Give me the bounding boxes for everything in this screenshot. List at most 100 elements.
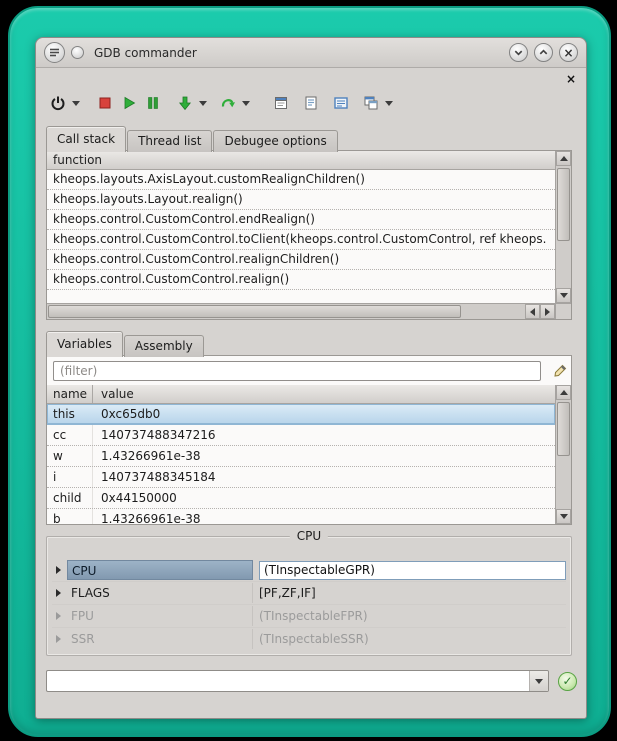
variable-value: 1.43266961e-38 bbox=[93, 509, 555, 524]
cpu-register-row[interactable]: SSR (TInspectableSSR) bbox=[52, 628, 566, 650]
value-column-header[interactable]: value bbox=[93, 385, 555, 403]
window-menu-button[interactable] bbox=[44, 42, 65, 63]
callstack-horizontal-scrollbar[interactable] bbox=[47, 303, 555, 319]
scroll-handle[interactable] bbox=[557, 402, 570, 456]
windows-icon bbox=[363, 95, 379, 111]
scroll-handle[interactable] bbox=[48, 305, 461, 318]
shade-button[interactable] bbox=[509, 43, 528, 62]
close-button[interactable]: × bbox=[559, 43, 578, 62]
maximize-button[interactable] bbox=[534, 43, 553, 62]
list-icon bbox=[303, 95, 319, 111]
windows-button[interactable] bbox=[359, 91, 383, 115]
filter-input[interactable] bbox=[53, 361, 541, 381]
power-button[interactable] bbox=[46, 91, 70, 115]
expand-icon[interactable] bbox=[56, 589, 61, 597]
variable-name: cc bbox=[47, 425, 93, 445]
callstack-row[interactable]: kheops.control.CustomControl.realign() bbox=[47, 270, 555, 290]
scroll-track[interactable] bbox=[47, 304, 525, 319]
cpu-register-list: CPU FLAGS [PF,ZF,IF] FPU (TInspectableFP… bbox=[52, 559, 566, 650]
pin-button[interactable] bbox=[71, 46, 84, 59]
scroll-left-button[interactable] bbox=[525, 304, 540, 319]
send-command-button[interactable]: ✓ bbox=[558, 672, 577, 691]
menu-icon bbox=[48, 46, 61, 59]
tab-assembly[interactable]: Assembly bbox=[124, 335, 204, 357]
register-group-value: [PF,ZF,IF] bbox=[253, 586, 566, 600]
step-over-dropdown[interactable] bbox=[240, 91, 251, 115]
dropdown-arrow-icon bbox=[199, 101, 207, 106]
windows-dropdown[interactable] bbox=[383, 91, 394, 115]
variable-row[interactable]: this 0xc65db0 bbox=[47, 404, 555, 425]
power-dropdown[interactable] bbox=[70, 91, 81, 115]
cpu-register-row[interactable]: FPU (TInspectableFPR) bbox=[52, 605, 566, 628]
variable-row[interactable]: b 1.43266961e-38 bbox=[47, 509, 555, 524]
callstack-row[interactable]: kheops.layouts.AxisLayout.customRealignC… bbox=[47, 170, 555, 190]
scroll-down-button[interactable] bbox=[556, 509, 571, 524]
expand-icon[interactable] bbox=[56, 566, 61, 574]
stop-icon bbox=[98, 96, 112, 110]
arrow-up-icon bbox=[560, 156, 568, 161]
scroll-down-button[interactable] bbox=[556, 288, 571, 303]
window-title: GDB commander bbox=[94, 46, 197, 60]
variable-row[interactable]: w 1.43266961e-38 bbox=[47, 446, 555, 467]
arrow-right-icon bbox=[545, 308, 550, 316]
tab-debugee-options[interactable]: Debugee options bbox=[213, 130, 337, 152]
variable-value: 0xc65db0 bbox=[93, 404, 555, 424]
client-area: × bbox=[36, 68, 586, 718]
cpu-register-row[interactable]: CPU bbox=[52, 559, 566, 582]
variable-row[interactable]: cc 140737488347216 bbox=[47, 425, 555, 446]
variable-row[interactable]: child 0x44150000 bbox=[47, 488, 555, 509]
run-icon bbox=[121, 95, 137, 111]
tab-thread-list[interactable]: Thread list bbox=[127, 130, 212, 152]
scroll-up-button[interactable] bbox=[556, 385, 571, 400]
pause-icon bbox=[145, 95, 161, 111]
callstack-row[interactable]: kheops.control.CustomControl.realignChil… bbox=[47, 250, 555, 270]
arrow-left-icon bbox=[530, 308, 535, 316]
callstack-row[interactable]: kheops.control.CustomControl.toClient(kh… bbox=[47, 230, 555, 250]
variables-panel: name value this 0xc65db0 cc 140737488347… bbox=[46, 355, 572, 525]
titlebar[interactable]: GDB commander × bbox=[36, 38, 586, 68]
callstack-row[interactable]: kheops.control.CustomControl.endRealign(… bbox=[47, 210, 555, 230]
variable-row[interactable]: i 140737488345184 bbox=[47, 467, 555, 488]
dropdown-arrow-icon bbox=[535, 679, 543, 684]
callstack-tabbar: Call stack Thread list Debugee options bbox=[46, 126, 339, 151]
scrollbar-corner bbox=[555, 303, 571, 319]
memory-icon bbox=[333, 95, 349, 111]
callstack-row[interactable]: kheops.layouts.Layout.realign() bbox=[47, 190, 555, 210]
list-button[interactable] bbox=[299, 91, 323, 115]
pause-button[interactable] bbox=[141, 91, 165, 115]
dock-close-button[interactable]: × bbox=[566, 73, 576, 85]
register-group-value bbox=[253, 561, 566, 580]
register-group-value: (TInspectableSSR) bbox=[253, 632, 566, 646]
scroll-track[interactable] bbox=[556, 166, 571, 288]
cpu-value-editor[interactable] bbox=[259, 561, 566, 580]
callstack-column-header[interactable]: function bbox=[47, 151, 571, 170]
filter-pen-button[interactable] bbox=[551, 362, 569, 380]
cpu-register-row[interactable]: FLAGS [PF,ZF,IF] bbox=[52, 582, 566, 605]
stop-button[interactable] bbox=[93, 91, 117, 115]
scroll-handle[interactable] bbox=[557, 168, 570, 241]
step-into-button[interactable] bbox=[173, 91, 197, 115]
command-row: ✓ bbox=[46, 669, 576, 693]
command-combobox[interactable] bbox=[46, 670, 549, 692]
register-group-name: CPU bbox=[67, 560, 253, 580]
variable-value: 140737488345184 bbox=[93, 467, 555, 487]
scroll-track[interactable] bbox=[556, 400, 571, 509]
scroll-up-button[interactable] bbox=[556, 151, 571, 166]
step-into-dropdown[interactable] bbox=[197, 91, 208, 115]
command-input[interactable] bbox=[47, 671, 529, 691]
tab-call-stack[interactable]: Call stack bbox=[46, 126, 126, 152]
name-column-header[interactable]: name bbox=[47, 385, 93, 403]
register-group-name: FLAGS bbox=[67, 583, 253, 603]
variables-vertical-scrollbar[interactable] bbox=[555, 385, 571, 524]
combo-dropdown-button[interactable] bbox=[529, 671, 548, 691]
expand-icon[interactable] bbox=[56, 635, 61, 643]
step-over-button[interactable] bbox=[216, 91, 240, 115]
callstack-vertical-scrollbar[interactable] bbox=[555, 151, 571, 303]
scroll-right-button[interactable] bbox=[540, 304, 555, 319]
tab-variables[interactable]: Variables bbox=[46, 331, 123, 357]
run-button[interactable] bbox=[117, 91, 141, 115]
expand-icon[interactable] bbox=[56, 612, 61, 620]
log-button[interactable] bbox=[269, 91, 293, 115]
log-icon bbox=[273, 95, 289, 111]
memory-button[interactable] bbox=[329, 91, 353, 115]
